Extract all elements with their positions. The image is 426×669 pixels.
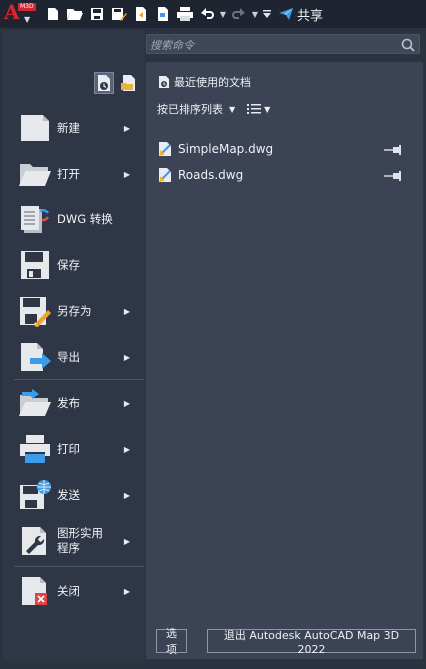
menu-divider (14, 379, 144, 380)
quick-access-toolbar: A M3D ▼ ▼ ▼ 共享 (0, 0, 426, 28)
menu-item-label-line2: 程序 (57, 541, 80, 555)
submenu-arrow-icon: ▶ (123, 536, 130, 546)
menu-item-drawing-utilities[interactable]: 图形实用 程序 ▶ (14, 519, 144, 563)
submenu-arrow-icon: ▶ (123, 352, 130, 362)
menu-item-label: 发布 (57, 395, 80, 410)
menu-item-label-line1: 图形实用 (57, 526, 103, 540)
submenu-arrow-icon: ▶ (123, 490, 130, 500)
product-tag: M3D (18, 3, 36, 11)
wrench-document-icon (16, 522, 54, 560)
recent-documents-toggle[interactable] (94, 72, 114, 94)
menu-item-label: 新建 (57, 120, 80, 135)
options-button[interactable]: 选项 (156, 627, 187, 656)
customize-toolbar-icon[interactable] (260, 9, 274, 19)
list-view-icon (247, 104, 262, 114)
open-documents-icon (121, 75, 135, 91)
pin-icon[interactable] (384, 144, 402, 158)
menu-item-label: 导出 (57, 349, 80, 364)
application-menu-button[interactable]: A M3D ▼ (2, 1, 42, 27)
submenu-arrow-icon: ▶ (123, 398, 130, 408)
search-icon[interactable] (401, 37, 415, 56)
save-as-icon[interactable] (108, 3, 130, 25)
share-button[interactable]: 共享 (278, 5, 323, 24)
submenu-arrow-icon: ▶ (123, 586, 130, 596)
search-input[interactable] (147, 35, 398, 55)
save-to-web-icon[interactable] (152, 3, 174, 25)
exit-application-button[interactable]: 退出 Autodesk AutoCAD Map 3D 2022 (207, 629, 416, 656)
menu-item-label: 保存 (57, 257, 80, 272)
new-file-icon (16, 109, 54, 147)
submenu-arrow-icon: ▶ (123, 306, 130, 316)
undo-icon[interactable] (196, 3, 218, 25)
save-as-disk-icon (16, 292, 54, 330)
menu-item-save[interactable]: 保存 (14, 243, 144, 287)
folder-open-icon (16, 155, 54, 193)
export-icon (16, 338, 54, 376)
dwg-file-icon (159, 142, 171, 156)
publish-icon (16, 384, 54, 422)
recent-documents-title: 最近使用的文档 (174, 76, 251, 89)
recent-file-item[interactable]: Roads.dwg (157, 166, 402, 184)
open-icon[interactable] (64, 3, 86, 25)
menu-item-export[interactable]: 导出 ▶ (14, 335, 144, 379)
file-name: Roads.dwg (178, 168, 244, 182)
menu-item-label: 图形实用 程序 (57, 526, 127, 556)
document-view-toggle (94, 72, 138, 94)
undo-dropdown-icon[interactable]: ▼ (218, 10, 228, 19)
menu-item-new[interactable]: 新建 ▶ (14, 106, 144, 150)
sort-dropdown[interactable]: 按已排序列表 (157, 101, 223, 117)
submenu-arrow-icon: ▶ (123, 123, 130, 133)
menu-item-close[interactable]: 关闭 ▶ (14, 569, 144, 613)
pin-icon[interactable] (384, 170, 402, 184)
view-options-button[interactable]: ▼ (247, 103, 270, 115)
submenu-arrow-icon: ▶ (123, 169, 130, 179)
dwg-convert-icon (16, 200, 54, 238)
menu-item-label: 发送 (57, 487, 80, 502)
menu-item-dwg-convert[interactable]: DWG 转换 (14, 197, 144, 241)
menu-item-open[interactable]: 打开 ▶ (14, 152, 144, 196)
menu-item-save-as[interactable]: 另存为 ▶ (14, 289, 144, 333)
send-disk-icon (16, 476, 54, 514)
share-label: 共享 (297, 8, 324, 24)
close-file-icon (16, 572, 54, 610)
menu-item-label: 关闭 (57, 583, 80, 598)
sort-toolbar: 按已排序列表 ▼ ▼ (157, 101, 270, 117)
redo-dropdown-icon[interactable]: ▼ (250, 10, 260, 19)
menu-item-print[interactable]: 打印 ▶ (14, 427, 144, 471)
chevron-down-icon: ▼ (264, 104, 271, 114)
printer-icon (16, 430, 54, 468)
menu-item-publish[interactable]: 发布 ▶ (14, 381, 144, 425)
menu-divider (14, 566, 144, 567)
menu-item-send[interactable]: 发送 ▶ (14, 473, 144, 517)
save-icon[interactable] (86, 3, 108, 25)
recent-documents-header: 最近使用的文档 (158, 74, 251, 90)
recent-document-icon (159, 76, 169, 88)
new-icon[interactable] (42, 3, 64, 25)
recent-documents-icon (98, 75, 110, 91)
send-icon (279, 8, 293, 20)
search-box (146, 34, 420, 56)
menu-item-label: 打开 (57, 166, 80, 181)
menu-item-label: DWG 转换 (57, 211, 113, 226)
plot-icon[interactable] (174, 3, 196, 25)
chevron-down-icon: ▼ (24, 15, 31, 24)
open-from-web-icon[interactable] (130, 3, 152, 25)
save-disk-icon (16, 246, 54, 284)
chevron-down-icon[interactable]: ▼ (229, 105, 235, 114)
redo-icon[interactable] (228, 3, 250, 25)
recent-file-item[interactable]: SimpleMap.dwg (157, 140, 402, 158)
menu-item-label: 另存为 (57, 303, 92, 318)
submenu-arrow-icon: ▶ (123, 444, 130, 454)
file-name: SimpleMap.dwg (178, 142, 274, 156)
menu-item-label: 打印 (57, 441, 80, 456)
dwg-file-icon (159, 168, 171, 182)
open-documents-toggle[interactable] (118, 72, 138, 94)
